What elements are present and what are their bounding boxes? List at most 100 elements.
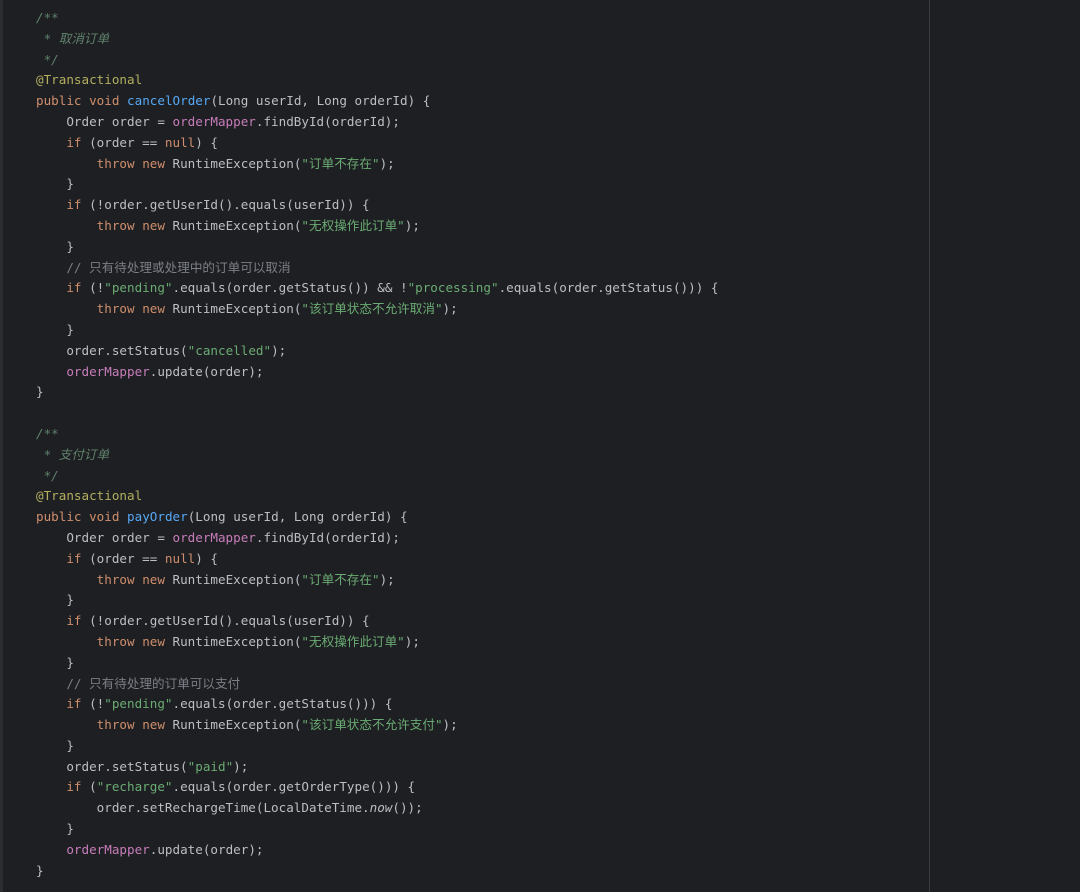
code-token: if — [66, 134, 82, 150]
code-token: void — [89, 509, 120, 525]
code-token: @Transactional — [36, 72, 143, 88]
code-token: "paid" — [187, 758, 234, 774]
code-line[interactable]: if (!order.getUserId().equals(userId)) { — [36, 195, 718, 216]
code-token: RuntimeException( — [164, 633, 302, 649]
code-line[interactable]: } — [36, 653, 718, 674]
code-token: .findById(orderId); — [255, 529, 400, 545]
code-token: now — [369, 800, 393, 816]
code-token: } — [36, 238, 74, 254]
code-line[interactable]: order.setRechargeTime(LocalDateTime.now(… — [36, 798, 718, 819]
code-token: new — [142, 217, 165, 233]
code-line[interactable]: } — [36, 736, 718, 757]
code-line[interactable]: order.setStatus("cancelled"); — [36, 341, 718, 362]
code-token: if — [66, 550, 82, 566]
code-token: "pending" — [104, 280, 173, 296]
code-line[interactable]: } — [36, 590, 718, 611]
code-line[interactable]: } — [36, 819, 718, 840]
code-token: RuntimeException( — [164, 717, 302, 733]
code-token: ); — [442, 717, 458, 733]
code-token: public — [36, 93, 82, 109]
code-token: ); — [379, 155, 395, 171]
code-token: /** — [36, 10, 59, 25]
code-line[interactable]: throw new RuntimeException("订单不存在"); — [36, 154, 718, 175]
code-line[interactable]: * 取消订单 — [36, 29, 718, 50]
code-token: } — [36, 176, 74, 192]
code-line[interactable]: } — [36, 174, 718, 195]
code-line[interactable]: */ — [36, 466, 718, 487]
code-line[interactable]: } — [36, 320, 718, 341]
code-line[interactable]: /** — [36, 424, 718, 445]
code-line[interactable]: if (order == null) { — [36, 133, 718, 154]
code-line[interactable]: order.setStatus("paid"); — [36, 757, 718, 778]
code-token: * 支付订单 — [36, 446, 110, 462]
code-token: if — [66, 280, 82, 296]
code-line[interactable] — [36, 403, 718, 424]
code-line[interactable]: throw new RuntimeException("无权操作此订单"); — [36, 632, 718, 653]
code-token: throw — [96, 301, 135, 317]
code-line[interactable]: } — [36, 861, 718, 882]
code-line[interactable]: } — [36, 382, 718, 403]
code-editor[interactable]: /** * 取消订单 */ @Transactional public void c… — [0, 0, 1080, 892]
code-line[interactable]: if (!"pending".equals(order.getStatus())… — [36, 278, 718, 299]
code-line[interactable]: public void cancelOrder(Long userId, Lon… — [36, 91, 718, 112]
code-token: throw — [96, 217, 135, 233]
code-line[interactable]: /** — [36, 8, 718, 29]
code-line[interactable]: // 只有待处理的订单可以支付 — [36, 674, 718, 695]
code-token: .findById(orderId); — [255, 113, 400, 129]
code-token: } — [36, 384, 44, 400]
code-line[interactable]: @Transactional — [36, 486, 718, 507]
code-line[interactable]: if (!order.getUserId().equals(userId)) { — [36, 611, 718, 632]
code-line[interactable]: */ — [36, 50, 718, 71]
code-line[interactable]: Order order = orderMapper.findById(order… — [36, 528, 718, 549]
code-token: "订单不存在" — [301, 155, 380, 171]
code-token: orderMapper — [66, 841, 150, 857]
code-token: */ — [36, 467, 59, 483]
code-token: new — [142, 633, 165, 649]
code-token: // 只有待处理或处理中的订单可以取消 — [36, 259, 291, 275]
code-token: } — [36, 862, 44, 878]
code-line[interactable]: if (!"pending".equals(order.getStatus())… — [36, 694, 718, 715]
code-token: "无权操作此订单" — [301, 633, 405, 649]
code-token: new — [142, 155, 165, 171]
code-line[interactable]: if (order == null) { — [36, 549, 718, 570]
code-token: /** — [36, 425, 59, 441]
code-token: "订单不存在" — [301, 571, 380, 587]
code-line[interactable]: Order order = orderMapper.findById(order… — [36, 112, 718, 133]
code-token: void — [89, 93, 120, 109]
code-token: RuntimeException( — [164, 571, 302, 587]
code-line[interactable]: throw new RuntimeException("订单不存在"); — [36, 570, 718, 591]
code-token: "recharge" — [96, 779, 173, 795]
code-token: (! — [81, 696, 105, 712]
code-token: throw — [96, 633, 135, 649]
code-token: if — [66, 779, 82, 795]
code-line[interactable]: orderMapper.update(order); — [36, 362, 718, 383]
code-token: (! — [81, 280, 105, 296]
code-token: "cancelled" — [187, 342, 272, 358]
code-line[interactable]: throw new RuntimeException("该订单状态不允许取消")… — [36, 299, 718, 320]
code-line[interactable]: // 只有待处理或处理中的订单可以取消 — [36, 258, 718, 279]
code-line[interactable]: } — [36, 237, 718, 258]
code-token: (Long userId, Long orderId) { — [187, 509, 408, 525]
code-line[interactable]: @Transactional — [36, 70, 718, 91]
code-token: ) { — [195, 550, 219, 566]
code-line[interactable]: orderMapper.update(order); — [36, 840, 718, 861]
code-token: order.setRechargeTime(LocalDateTime. — [36, 800, 370, 816]
code-line[interactable]: * 支付订单 — [36, 445, 718, 466]
code-line[interactable]: public void payOrder(Long userId, Long o… — [36, 507, 718, 528]
code-token: } — [36, 654, 74, 670]
code-line[interactable]: throw new RuntimeException("该订单状态不允许支付")… — [36, 715, 718, 736]
code-area[interactable]: /** * 取消订单 */ @Transactional public void c… — [36, 8, 718, 881]
code-line[interactable]: if ("recharge".equals(order.getOrderType… — [36, 777, 718, 798]
code-line[interactable]: throw new RuntimeException("无权操作此订单"); — [36, 216, 718, 237]
